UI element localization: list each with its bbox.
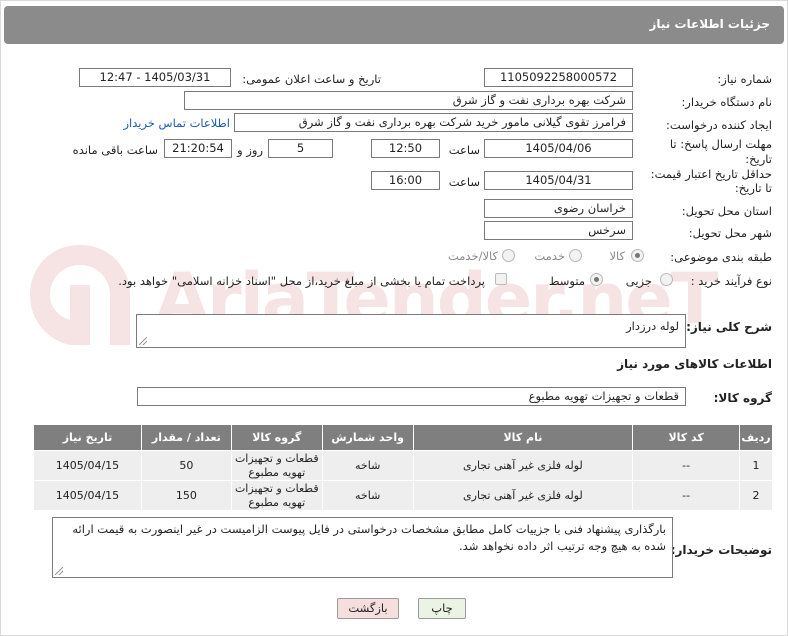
remaining-time-field: 21:20:54 — [164, 139, 232, 158]
table-header-row: ردیف کد کالا نام کالا واحد شمارش گروه کا… — [33, 424, 773, 451]
process-option-medium: متوسط — [548, 274, 585, 288]
cell-name: لوله فلزی غیر آهنی تجاری — [412, 480, 634, 511]
page-title: جزئیات اطلاعات نیاز — [649, 17, 770, 31]
buyer-notes-label: توضیحات خریدار: — [670, 543, 772, 557]
category-radio-goods-service[interactable] — [502, 249, 515, 262]
days-field: 5 — [268, 139, 333, 158]
summary-label: شرح کلی نیاز: — [686, 320, 772, 334]
col-name-header: نام کالا — [412, 424, 634, 451]
cell-code: -- — [632, 480, 741, 511]
deadline-time-label: ساعت — [448, 143, 480, 157]
cell-group: قطعات و تجهیزات تهویه مطبوع — [230, 450, 323, 481]
col-group-header: گروه کالا — [230, 424, 323, 451]
cell-group: قطعات و تجهیزات تهویه مطبوع — [230, 480, 323, 511]
treasury-note: پرداخت تمام یا بخشی از مبلغ خرید،از محل … — [118, 274, 485, 288]
header-bar: جزئیات اطلاعات نیاز — [4, 6, 784, 44]
goods-group-field: قطعات و تجهیزات تهویه مطبوع — [137, 387, 686, 406]
need-number-field: 1105092258000572 — [484, 68, 633, 87]
category-label: طبقه بندی موضوعی: — [670, 250, 772, 264]
items-table: ردیف کد کالا نام کالا واحد شمارش گروه کا… — [33, 424, 773, 511]
cell-qty: 50 — [140, 450, 232, 481]
cell-unit: شاخه — [321, 450, 414, 481]
cell-row: 2 — [739, 480, 773, 511]
category-radio-goods[interactable] — [631, 249, 644, 262]
category-option-goods: کالا — [609, 249, 625, 263]
col-row-header: ردیف — [739, 424, 773, 451]
remaining-label: ساعت باقی مانده — [72, 143, 158, 157]
resize-handle-icon[interactable] — [55, 567, 63, 575]
buyer-org-field: شرکت بهره برداری نفت و گاز شرق — [184, 91, 633, 110]
price-validity-time-label: ساعت — [448, 175, 480, 189]
print-button[interactable]: چاپ — [418, 598, 466, 619]
cell-code: -- — [632, 450, 741, 481]
goods-info-heading: اطلاعات کالاهای مورد نیاز — [617, 357, 772, 371]
category-radio-service[interactable] — [569, 249, 582, 262]
col-code-header: کد کالا — [632, 424, 741, 451]
summary-textarea: لوله درزدار — [136, 314, 686, 348]
process-radio-medium[interactable] — [590, 273, 603, 286]
price-validity-time-field: 16:00 — [371, 171, 440, 190]
days-label: روز و — [237, 143, 263, 157]
price-validity-label-1: حداقل تاریخ اعتبار قیمت: — [650, 167, 772, 181]
process-radio-minor[interactable] — [660, 273, 673, 286]
price-validity-label-2: تا تاریخ: — [734, 181, 772, 195]
category-option-service: خدمت — [534, 249, 565, 263]
resize-handle-icon[interactable] — [139, 337, 147, 345]
announce-label: تاریخ و ساعت اعلان عمومی: — [242, 72, 381, 86]
cell-row: 1 — [739, 450, 773, 481]
province-field: خراسان رضوی — [484, 199, 633, 218]
deadline-time-field: 12:50 — [371, 139, 440, 158]
city-field: سرخس — [484, 221, 633, 240]
cell-unit: شاخه — [321, 480, 414, 511]
deadline-label-2: تاریخ: — [745, 152, 772, 166]
need-number-label: شماره نیاز: — [717, 72, 772, 86]
buyer-notes-text: بارگذاری پیشنهاد فنی با جزییات کامل مطاب… — [72, 522, 666, 553]
requester-label: ایجاد کننده درخواست: — [666, 118, 772, 132]
process-option-minor: جزیی — [625, 274, 652, 288]
goods-group-label: گروه کالا: — [713, 391, 772, 405]
back-button[interactable]: بازگشت — [337, 598, 399, 619]
buyer-contact-link[interactable]: اطلاعات تماس خریدار — [123, 116, 230, 130]
cell-qty: 150 — [140, 480, 232, 511]
price-validity-date-field: 1405/04/31 — [484, 171, 633, 190]
province-label: استان محل تحویل: — [681, 204, 772, 218]
process-label: نوع فرآیند خرید : — [690, 274, 772, 288]
cell-date: 1405/04/15 — [33, 480, 142, 511]
summary-text: لوله درزدار — [626, 319, 679, 333]
buyer-notes-textarea: بارگذاری پیشنهاد فنی با جزییات کامل مطاب… — [52, 517, 673, 578]
deadline-label-1: مهلت ارسال پاسخ: تا — [669, 137, 772, 151]
city-label: شهر محل تحویل: — [688, 226, 772, 240]
table-row: 2 -- لوله فلزی غیر آهنی تجاری شاخه قطعات… — [33, 480, 773, 511]
cell-name: لوله فلزی غیر آهنی تجاری — [412, 450, 634, 481]
announce-field: 1405/03/31 - 12:47 — [79, 68, 231, 87]
col-qty-header: تعداد / مقدار — [140, 424, 232, 451]
cell-date: 1405/04/15 — [33, 450, 142, 481]
category-option-goods-service: کالا/خدمت — [447, 249, 498, 263]
requester-field: فرامرز تقوی گیلانی مامور خرید شرکت بهره … — [234, 113, 633, 132]
table-row: 1 -- لوله فلزی غیر آهنی تجاری شاخه قطعات… — [33, 450, 773, 481]
buyer-org-label: نام دستگاه خریدار: — [681, 95, 772, 109]
col-date-header: تاریخ نیاز — [33, 424, 142, 451]
col-unit-header: واحد شمارش — [321, 424, 414, 451]
deadline-date-field: 1405/04/06 — [484, 139, 633, 158]
treasury-checkbox[interactable] — [495, 273, 507, 285]
